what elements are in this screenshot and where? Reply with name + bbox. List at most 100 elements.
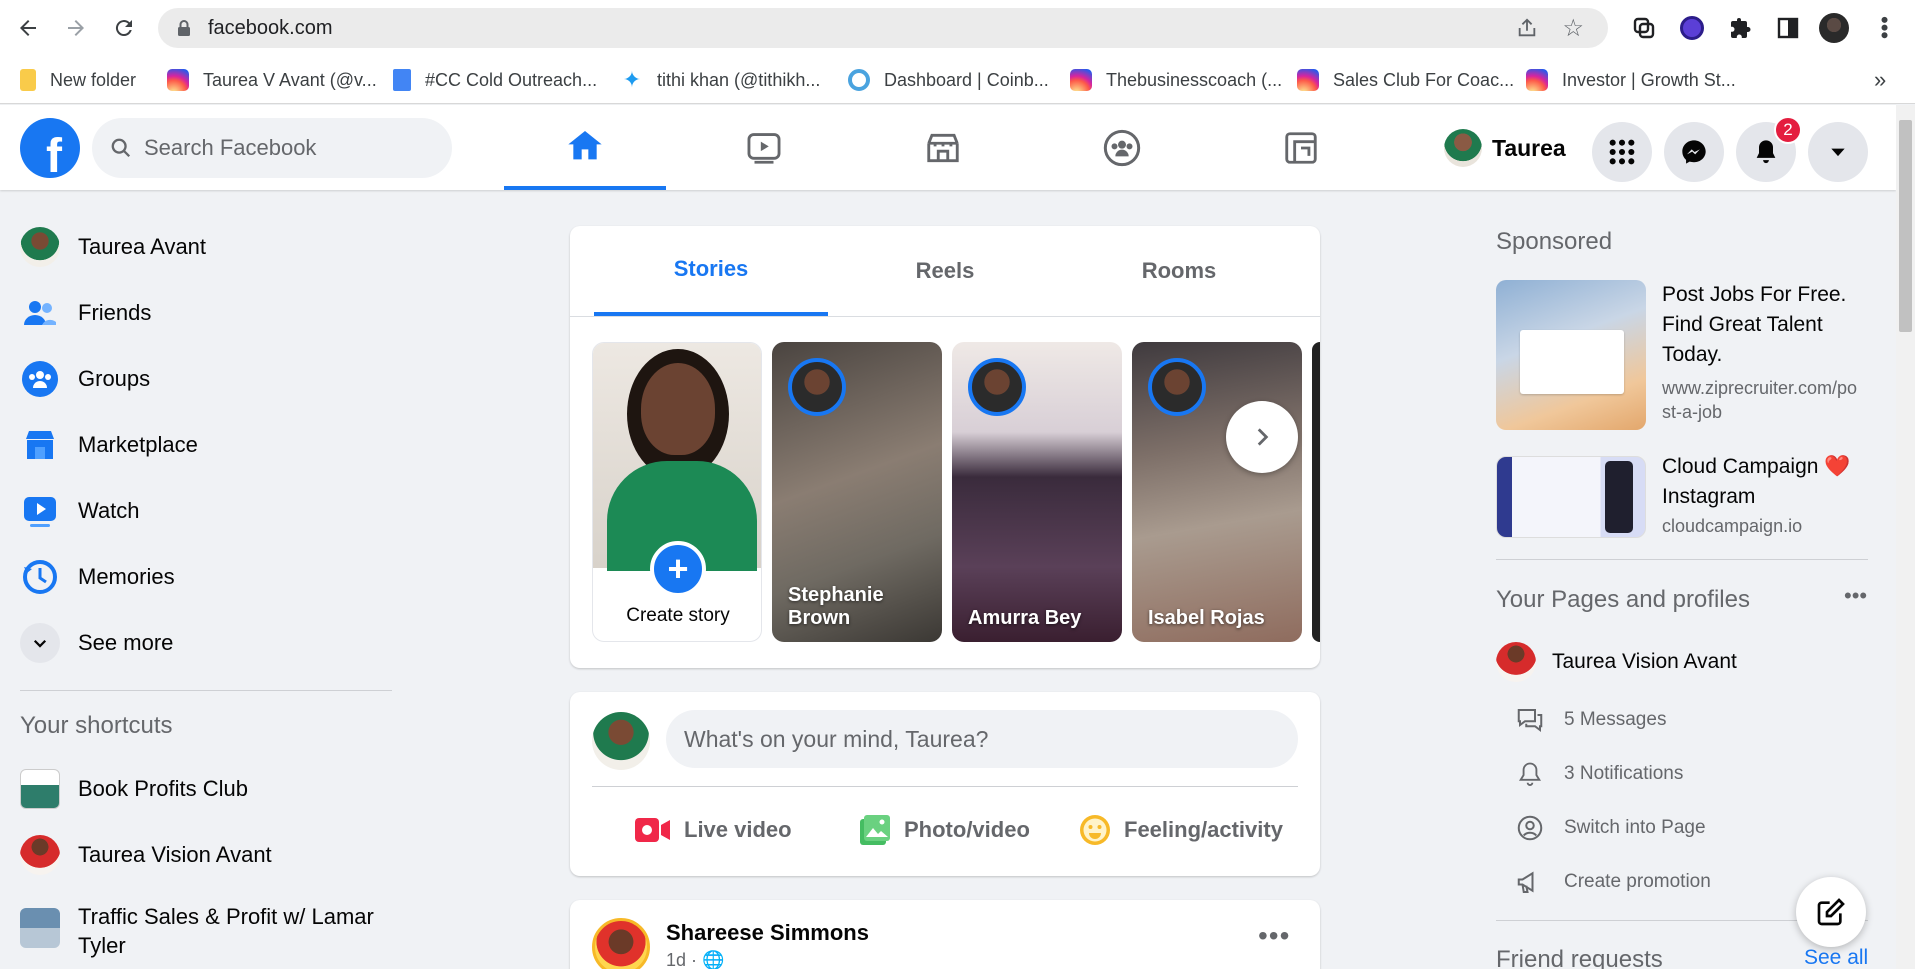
smiley-icon: [1080, 815, 1110, 845]
page-item[interactable]: Taurea Vision Avant: [1496, 638, 1737, 686]
composer-input[interactable]: [666, 710, 1298, 768]
facebook-header: f Taurea 2: [0, 105, 1896, 190]
feed-post: Shareese Simmons 1d · 🌐 •••: [570, 900, 1320, 969]
folder-icon: [20, 69, 36, 91]
bookmark-item[interactable]: New folder: [20, 66, 136, 94]
back-button[interactable]: [10, 10, 46, 46]
story-card[interactable]: Isabel Rojas: [1132, 342, 1302, 642]
story-card[interactable]: Amurra Bey: [952, 342, 1122, 642]
feeling-activity-button[interactable]: Feeling/activity: [1078, 804, 1283, 856]
profile-avatar: [1819, 13, 1849, 43]
bell-icon: [1756, 140, 1776, 164]
photo-video-button[interactable]: Photo/video: [858, 804, 1030, 856]
post-author[interactable]: Shareese Simmons: [666, 920, 869, 946]
bookmark-item[interactable]: Investor | Growth St...: [1526, 66, 1736, 94]
tab-watch[interactable]: [683, 105, 845, 190]
create-promotion[interactable]: Create promotion: [1514, 862, 1711, 902]
reload-button[interactable]: [106, 10, 142, 46]
bookmark-label: New folder: [50, 69, 137, 90]
switch-into-page[interactable]: Switch into Page: [1514, 808, 1706, 848]
ad-title: Post Jobs For Free. Find Great Talent To…: [1662, 283, 1847, 366]
tab-stories[interactable]: Stories: [594, 226, 828, 316]
next-stories-button[interactable]: [1226, 401, 1298, 473]
sponsored-ad[interactable]: Cloud Campaign ❤️ Instagram cloudcampaig…: [1496, 452, 1866, 542]
bookmark-item[interactable]: Taurea V Avant (@v...: [167, 66, 377, 94]
side-panel-button[interactable]: [1770, 10, 1806, 46]
shortcut-item[interactable]: Traffic Sales & Profit w/ Lamar Tyler: [20, 902, 400, 962]
back-arrow-icon: [20, 20, 36, 36]
pages-heading: Your Pages and profiles: [1496, 586, 1750, 613]
sidebar-item-memories[interactable]: Memories: [20, 551, 175, 603]
action-label: Photo/video: [904, 817, 1030, 842]
puzzle-icon: [1731, 18, 1751, 38]
more-bookmarks-button[interactable]: »: [1874, 66, 1886, 94]
groups-icon: [1103, 129, 1141, 166]
sidebar-item-groups[interactable]: Groups: [20, 353, 150, 405]
bookmark-item[interactable]: Dashboard | Coinb...: [848, 66, 1049, 94]
home-icon: [568, 130, 602, 159]
extension-button[interactable]: [1674, 10, 1710, 46]
bookmark-item[interactable]: #CC Cold Outreach...: [393, 66, 597, 94]
tab-rooms[interactable]: Rooms: [1062, 226, 1296, 316]
sidebar-item-marketplace[interactable]: Marketplace: [20, 419, 198, 471]
avatar: [592, 712, 650, 770]
create-story-card[interactable]: + Create story: [592, 342, 762, 642]
sidebar-item-friends[interactable]: Friends: [20, 287, 151, 339]
account-menu-button[interactable]: [1808, 122, 1868, 182]
forward-button[interactable]: [58, 10, 94, 46]
video-icon: [747, 132, 781, 164]
bookmark-item[interactable]: Sales Club For Coac...: [1297, 66, 1514, 94]
see-all-link[interactable]: See all: [1804, 946, 1868, 969]
page-messages[interactable]: 5 Messages: [1514, 700, 1666, 740]
extension-button[interactable]: [1626, 10, 1662, 46]
shortcut-item[interactable]: Book Profits Club: [20, 763, 248, 815]
story-card[interactable]: Stephanie Brown: [772, 342, 942, 642]
bookmark-label: Taurea V Avant (@v...: [203, 69, 377, 90]
profile-chip[interactable]: Taurea: [1438, 122, 1574, 174]
ad-url: www.ziprecruiter.com/post-a-job: [1662, 378, 1858, 422]
pages-more-icon[interactable]: •••: [1844, 583, 1867, 609]
avatar[interactable]: [592, 918, 650, 969]
shortcut-thumbnail: [20, 908, 60, 948]
tab-gaming[interactable]: [1220, 105, 1382, 190]
tab-reels[interactable]: Reels: [828, 226, 1062, 316]
post-composer: Live video Photo/video Feeling/activity: [570, 692, 1320, 876]
bookmark-star-icon[interactable]: ☆: [1562, 14, 1584, 43]
sidebar-item-profile[interactable]: Taurea Avant: [20, 221, 206, 273]
tab-marketplace[interactable]: [862, 105, 1024, 190]
page-notifications[interactable]: 3 Notifications: [1514, 754, 1683, 794]
facebook-logo-icon[interactable]: f: [20, 118, 80, 178]
address-bar[interactable]: facebook.com ☆: [158, 8, 1608, 48]
menu-grid-button[interactable]: [1592, 122, 1652, 182]
shortcut-item[interactable]: Taurea Vision Avant: [20, 829, 272, 881]
story-name: Amurra Bey: [968, 607, 1082, 629]
tab-groups[interactable]: [1041, 105, 1203, 190]
bookmark-item[interactable]: ✦ tithi khan (@tithikh...: [621, 66, 821, 94]
menu-button[interactable]: •••: [1866, 10, 1902, 46]
sidebar-see-more[interactable]: See more: [20, 617, 173, 669]
search-input[interactable]: [144, 135, 424, 161]
more-options-icon[interactable]: •••: [1258, 920, 1290, 952]
photo-icon: [860, 815, 890, 845]
create-story-photo: [593, 343, 761, 571]
bell-icon: [1518, 762, 1542, 786]
tabs-divider: [570, 316, 1320, 317]
live-video-button[interactable]: Live video: [634, 804, 792, 856]
profile-button[interactable]: [1816, 10, 1852, 46]
sidebar-item-watch[interactable]: Watch: [20, 485, 140, 537]
instagram-icon: [1297, 69, 1319, 91]
search-box[interactable]: [92, 118, 452, 178]
instagram-icon: [1526, 69, 1548, 91]
sponsored-ad[interactable]: Post Jobs For Free. Find Great Talent To…: [1496, 280, 1866, 430]
messenger-button[interactable]: [1664, 122, 1724, 182]
notifications-button[interactable]: 2: [1736, 116, 1802, 182]
extensions-button[interactable]: [1722, 10, 1758, 46]
sidebar-item-label: Friends: [78, 300, 152, 325]
new-message-button[interactable]: [1796, 877, 1866, 947]
tab-home[interactable]: [504, 105, 666, 190]
sidebar-item-label: See more: [78, 630, 174, 655]
compose-icon: [1817, 898, 1845, 926]
avatar: [1496, 642, 1536, 682]
scrollbar-thumb[interactable]: [1899, 120, 1912, 332]
bookmark-item[interactable]: Thebusinesscoach (...: [1070, 66, 1282, 94]
